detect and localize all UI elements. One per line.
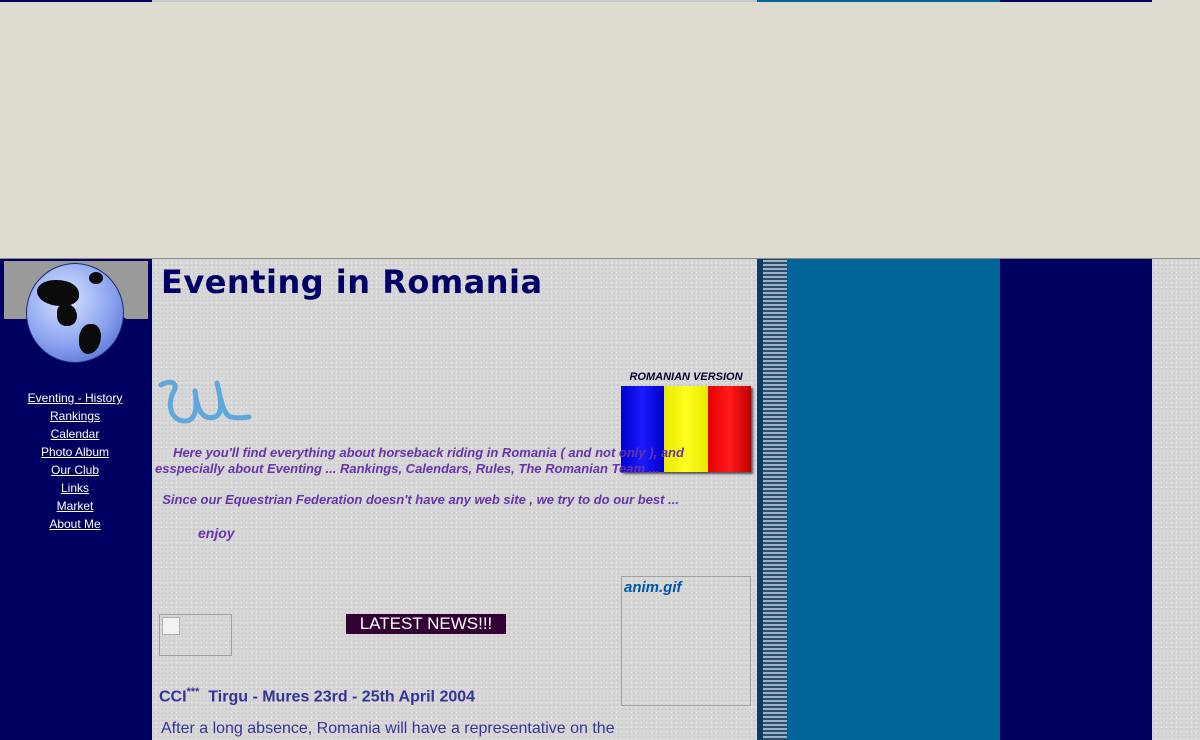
news-body: After a long absence, Romania will have … [161,720,615,737]
latest-news-banner: LATEST NEWS!!! [346,614,506,634]
federation-note-text: Since our Equestrian Federation doesn't … [162,492,679,507]
sidebar-nav: Eventing - History Rankings Calendar Pho… [0,389,150,533]
w-initial-icon [158,379,252,424]
broken-image-icon [162,617,180,635]
anim-image: anim.gif [621,576,751,706]
event-prefix: CCI [159,688,187,706]
logo [4,261,148,365]
flag-red-stripe [707,386,751,472]
sidebar-item-photo-album[interactable]: Photo Album [0,443,150,461]
news-event-heading: CCI*** Tirgu - Mures 23rd - 25th April 2… [159,686,475,706]
sidebar-item-our-club[interactable]: Our Club [0,461,150,479]
stripes-edge [757,259,763,740]
sidebar-item-about-me[interactable]: About Me [0,515,150,533]
teal-column [787,259,1000,740]
sidebar-item-market[interactable]: Market [0,497,150,515]
event-title: Tirgu - Mures 23rd - 25th April 2004 [208,688,476,706]
sidebar: Eventing - History Rankings Calendar Pho… [0,259,152,740]
intro-text: Here you'll find everything about horseb… [155,445,684,476]
main-content: Eventing in Romania ROMANIAN VERSION Her… [152,259,757,740]
globe-icon [26,263,124,363]
enjoy-text: enjoy [198,525,235,541]
sidebar-item-rankings[interactable]: Rankings [0,407,150,425]
anim-image-alt: anim.gif [624,579,682,596]
sidebar-item-calendar[interactable]: Calendar [0,425,150,443]
event-stars: *** [186,686,200,698]
sidebar-item-links[interactable]: Links [0,479,150,497]
intro-paragraph: Here you'll find everything about horseb… [155,445,695,476]
sidebar-item-eventing-history[interactable]: Eventing - History [0,389,150,407]
navy-column [1000,259,1152,740]
decorative-stripes [757,259,787,740]
romanian-version-label: ROMANIAN VERSION [629,371,743,383]
federation-note: Since our Equestrian Federation doesn't … [155,492,715,507]
right-textured-column [1152,259,1200,740]
page-title: Eventing in Romania [161,263,543,301]
broken-image [159,614,232,656]
blank-top-area [0,2,1200,259]
